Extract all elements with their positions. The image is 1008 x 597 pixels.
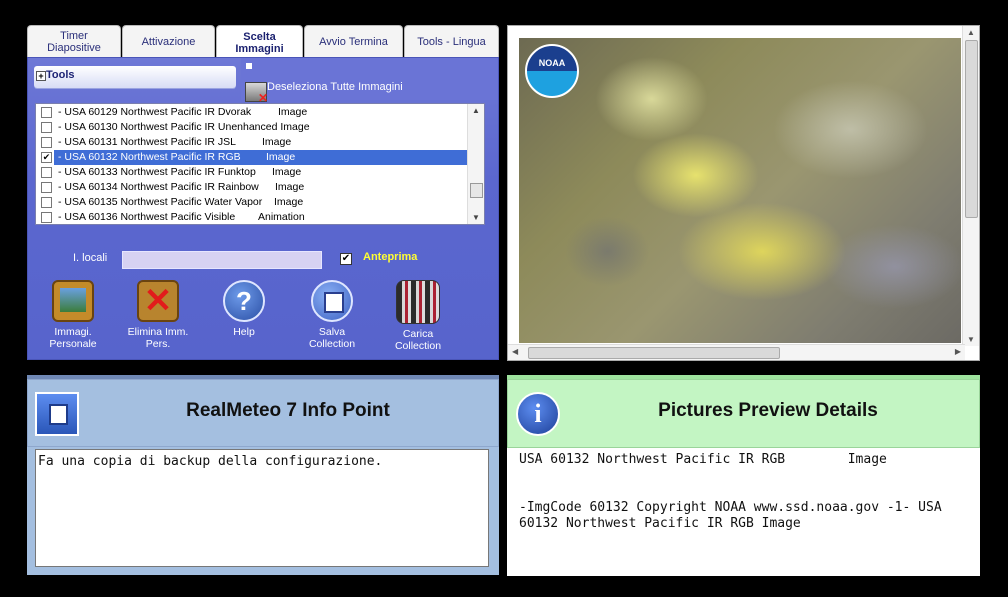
help-icon: ? (223, 280, 265, 322)
list-item[interactable]: - USA 60130 Northwest Pacific IR Unenhan… (36, 120, 468, 135)
deselect-bar: ✕ Deseleziona Tutte Immagini (241, 58, 498, 105)
item-name: - USA 60130 Northwest Pacific IR Unenhan… (58, 121, 310, 133)
list-item[interactable]: - USA 60133 Northwest Pacific IR Funktop… (36, 165, 468, 180)
local-images-input[interactable] (122, 251, 322, 269)
film-strip-icon (396, 280, 440, 324)
list-item[interactable]: - USA 60129 Northwest Pacific IR Dvorak … (36, 105, 468, 120)
save-disk-icon (35, 392, 79, 436)
scroll-up-icon[interactable]: ▲ (472, 106, 480, 115)
info-point-title: RealMeteo 7 Info Point (186, 400, 390, 421)
checkbox[interactable] (41, 182, 52, 193)
item-name: - USA 60135 Northwest Pacific Water Vapo… (58, 196, 263, 208)
preview-details-title: Pictures Preview Details (658, 400, 878, 421)
list-item[interactable]: - USA 60134 Northwest Pacific IR Rainbow… (36, 180, 468, 195)
noaa-logo: NOAA (525, 44, 579, 98)
small-square-icon (246, 63, 252, 69)
item-kind: Image (278, 106, 308, 118)
info-point-text: Fa una copia di backup della configurazi… (35, 449, 489, 567)
list-item-selected[interactable]: ✔ - USA 60132 Northwest Pacific IR RGB I… (36, 150, 468, 165)
item-name: - USA 60136 Northwest Pacific Visible (58, 211, 236, 223)
scroll-up-icon[interactable]: ▲ (967, 28, 975, 37)
tab-tools-lingua[interactable]: Tools - Lingua (404, 25, 499, 58)
checkbox[interactable] (41, 212, 52, 223)
satellite-image: NOAA (519, 38, 961, 343)
deselect-all-icon[interactable]: ✕ (245, 82, 268, 105)
tab-avvio-termina[interactable]: Avvio Termina (304, 25, 403, 58)
checkbox[interactable] (41, 107, 52, 118)
deselect-all-button[interactable]: Deseleziona Tutte Immagini (267, 81, 403, 93)
preview-horizontal-scrollbar[interactable]: ◀ ▶ (508, 344, 965, 360)
delete-icon: ✕ (137, 280, 179, 322)
save-collection-button[interactable]: Salva Collection (287, 280, 377, 350)
list-item[interactable]: - USA 60131 Northwest Pacific IR JSL Ima… (36, 135, 468, 150)
scroll-down-icon[interactable]: ▼ (472, 213, 480, 222)
scroll-right-icon[interactable]: ▶ (955, 347, 961, 356)
preview-details-body: USA 60132 Northwest Pacific IR RGB Image… (507, 448, 980, 576)
image-list: - USA 60129 Northwest Pacific IR Dvorak … (35, 103, 485, 225)
info-icon: i (516, 392, 560, 436)
scrollbar-thumb[interactable] (528, 347, 780, 359)
item-kind: Image (266, 151, 296, 163)
checkbox-checked[interactable]: ✔ (41, 152, 52, 163)
preview-label: Anteprima (363, 251, 418, 263)
noaa-logo-text: NOAA (538, 58, 566, 68)
scroll-left-icon[interactable]: ◀ (512, 347, 518, 356)
preview-line-2: -ImgCode 60132 Copyright NOAA www.ssd.no… (519, 500, 942, 531)
personal-images-button[interactable]: Immagi. Personale (28, 280, 118, 350)
delete-personal-images-label: Elimina Imm. Pers. (127, 326, 189, 350)
preview-line-1: USA 60132 Northwest Pacific IR RGB Image (519, 452, 887, 467)
checkbox[interactable] (41, 137, 52, 148)
scrollbar-thumb[interactable] (965, 40, 978, 218)
save-collection-label: Salva Collection (308, 326, 356, 350)
tab-timer-diapositive[interactable]: Timer Diapositive (27, 25, 121, 58)
tab-attivazione[interactable]: Attivazione (122, 25, 215, 58)
help-button[interactable]: ? Help (199, 280, 289, 338)
scrollbar-thumb[interactable] (470, 183, 483, 198)
checkbox[interactable] (41, 122, 52, 133)
info-point-header: RealMeteo 7 Info Point (27, 379, 499, 447)
photo-icon (52, 280, 94, 322)
item-name: - USA 60134 Northwest Pacific IR Rainbow (58, 181, 259, 193)
list-scrollbar[interactable]: ▲ ▼ (467, 104, 484, 224)
preview-details-text: USA 60132 Northwest Pacific IR RGB Image… (519, 452, 975, 532)
checkbox[interactable] (41, 197, 52, 208)
item-kind: Image (274, 196, 304, 208)
list-item[interactable]: - USA 60135 Northwest Pacific Water Vapo… (36, 195, 468, 210)
item-kind: Animation (258, 211, 305, 223)
item-kind: Image (272, 166, 302, 178)
personal-images-label: Immagi. Personale (49, 326, 97, 350)
image-preview-pane: NOAA ▲ ▼ ◀ ▶ (507, 25, 980, 361)
load-collection-button[interactable]: Carica Collection (373, 280, 463, 352)
list-item[interactable]: - USA 60136 Northwest Pacific Visible An… (36, 210, 468, 225)
load-collection-label: Carica Collection (394, 328, 442, 352)
info-point-body: Fa una copia di backup della configurazi… (27, 447, 499, 575)
expand-icon[interactable]: + (36, 71, 46, 81)
item-kind: Image (275, 181, 305, 193)
checkbox[interactable] (41, 167, 52, 178)
tab-scelta-immagini[interactable]: Scelta Immagini (216, 25, 303, 59)
preview-vertical-scrollbar[interactable]: ▲ ▼ (962, 26, 979, 346)
tools-label: Tools (46, 69, 75, 81)
tab-bar: Timer Diapositive Attivazione Scelta Imm… (27, 25, 499, 59)
item-kind: Image (262, 136, 292, 148)
tools-expander[interactable]: + Tools (34, 66, 236, 88)
preview-checkbox[interactable]: ✔ (340, 253, 352, 265)
item-name: - USA 60129 Northwest Pacific IR Dvorak (58, 106, 252, 118)
image-selection-panel: + Tools ✕ Deseleziona Tutte Immagini - U… (27, 57, 499, 360)
scroll-down-icon[interactable]: ▼ (967, 335, 975, 344)
save-disk-icon (311, 280, 353, 322)
item-name: - USA 60131 Northwest Pacific IR JSL (58, 136, 236, 148)
item-name: - USA 60132 Northwest Pacific IR RGB (58, 151, 241, 163)
preview-details-header: i Pictures Preview Details (507, 379, 980, 448)
local-images-label: I. locali (73, 252, 108, 264)
help-label: Help (233, 326, 255, 338)
delete-personal-images-button[interactable]: ✕ Elimina Imm. Pers. (113, 280, 203, 350)
item-name: - USA 60133 Northwest Pacific IR Funktop (58, 166, 256, 178)
